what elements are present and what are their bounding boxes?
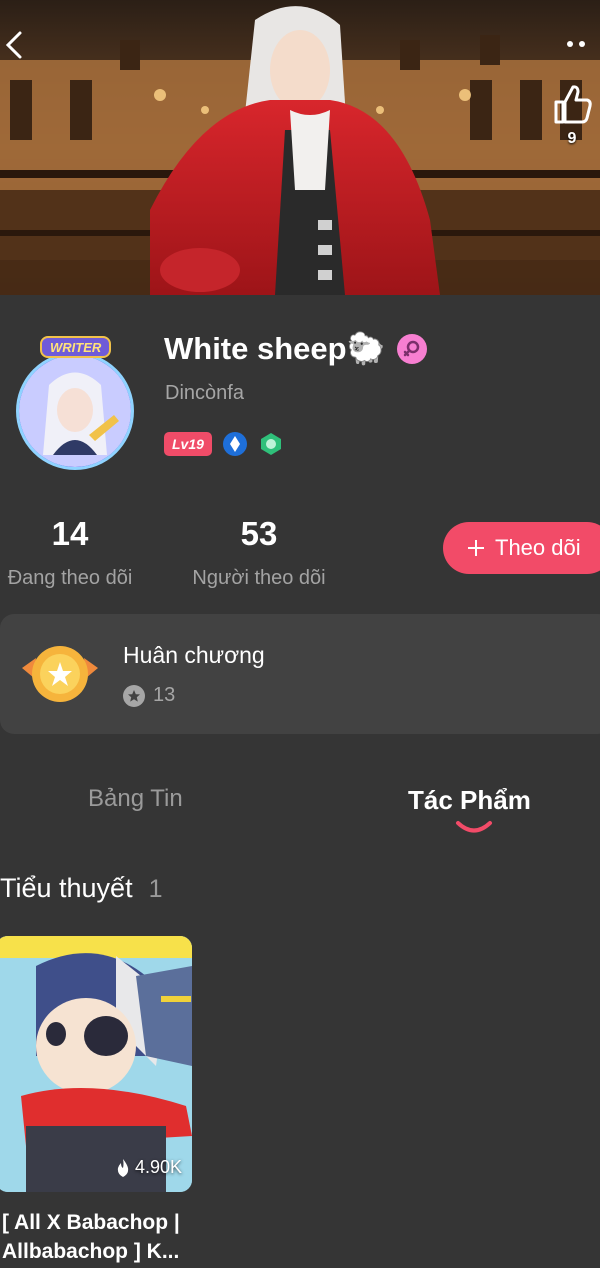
tab-feed[interactable]: Bảng Tin: [88, 785, 183, 813]
tab-works[interactable]: Tác Phẩm: [408, 785, 531, 816]
avatar-image: [16, 352, 134, 470]
writer-tag: WRITER: [40, 336, 112, 358]
followers-count: 53: [240, 515, 278, 552]
book-title[interactable]: [ All X Babachop | Allbabachop ] K...: [2, 1208, 202, 1266]
medal-title: Huân chương: [123, 642, 265, 668]
female-icon: [397, 333, 428, 364]
back-button[interactable]: [0, 28, 30, 62]
profile-handle: Dincònfa: [165, 382, 244, 404]
fire-icon: [117, 1158, 129, 1177]
medal-count-row: 13: [123, 684, 175, 707]
medal-icon: [22, 646, 98, 702]
following-count: 14: [51, 515, 89, 552]
medal-count: 13: [153, 684, 176, 706]
leaf-badge-icon[interactable]: [258, 431, 284, 457]
more-dots-icon: [567, 41, 585, 47]
diamond-badge-icon[interactable]: [222, 431, 248, 457]
profile-name: White sheep🐑: [164, 331, 386, 366]
like-button[interactable]: 9: [548, 75, 596, 155]
level-badge[interactable]: Lv19: [164, 432, 212, 456]
followers-label: Người theo dõi: [192, 567, 326, 589]
banner-image: [0, 0, 600, 295]
section-count: 1: [148, 875, 163, 903]
like-count: 9: [567, 130, 577, 147]
more-button[interactable]: [564, 34, 594, 54]
book-heat: 4.90K: [115, 1157, 182, 1178]
name-row: White sheep🐑: [164, 330, 428, 367]
medal-card[interactable]: Huân chương 13: [0, 614, 600, 734]
plus-icon: [468, 540, 484, 556]
section-title: Tiểu thuyết: [0, 873, 133, 903]
book-cover-image: [0, 936, 192, 1192]
following-label: Đang theo dõi: [7, 567, 133, 589]
star-icon: [123, 684, 145, 707]
following-stat[interactable]: 14 Đang theo dõi: [0, 515, 140, 590]
profile-banner: 9: [0, 0, 600, 295]
followers-stat[interactable]: 53 Người theo dõi: [184, 515, 334, 590]
section-header: Tiểu thuyết 1: [0, 873, 162, 904]
follow-button[interactable]: Theo dõi: [443, 522, 600, 574]
book-cover[interactable]: 4.90K: [0, 936, 192, 1192]
badge-row: Lv19: [164, 431, 284, 457]
chevron-left-icon: [5, 31, 22, 59]
avatar[interactable]: WRITER: [10, 332, 140, 472]
book-heat-value: 4.90K: [134, 1157, 182, 1177]
tab-active-indicator: [456, 821, 492, 833]
thumbs-up-icon: [554, 85, 592, 124]
follow-button-label: Theo dõi: [495, 535, 581, 560]
